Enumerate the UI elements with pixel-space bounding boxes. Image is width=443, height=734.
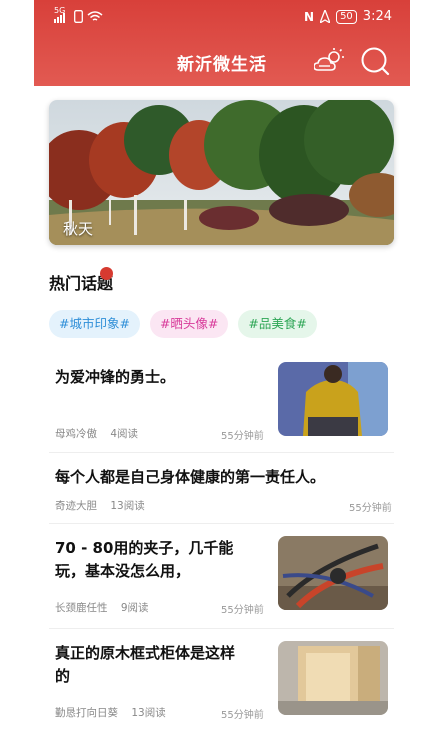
article-item[interactable]: 每个人都是自己身体健康的第一责任人。 奇迹大胆 13阅读 55分钟前 xyxy=(49,462,394,522)
article-reads: 13阅读 xyxy=(131,707,166,719)
wifi-icon xyxy=(87,10,103,21)
article-title: 每个人都是自己身体健康的第一责任人。 xyxy=(55,468,326,486)
article-time: 55分钟前 xyxy=(221,431,264,442)
banner-carousel[interactable]: 秋天 xyxy=(49,100,394,245)
article-title: 为爱冲锋的勇士。 xyxy=(55,368,176,386)
divider xyxy=(49,628,394,629)
article-item[interactable]: 70 - 80用的夹子，几千能 玩，基本没怎么用， 长颈鹿任性 9阅读 55分钟… xyxy=(49,533,394,623)
status-bar: 5G N 50 3:24 xyxy=(34,0,410,36)
article-title-line: 真正的原木框式柜体是这样 xyxy=(55,644,236,662)
article-time: 55分钟前 xyxy=(349,503,392,514)
article-title: 70 - 80用的夹子，几千能 玩，基本没怎么用， xyxy=(55,537,233,583)
article-title-line: 的 xyxy=(55,667,71,685)
page-title: 新沂微生活 xyxy=(177,55,267,75)
article-time: 55分钟前 xyxy=(221,605,264,616)
article-reads: 13阅读 xyxy=(110,500,145,512)
article-title: 真正的原木框式柜体是这样 的 xyxy=(55,642,235,688)
hot-badge xyxy=(100,267,113,280)
article-meta: 奇迹大胆 13阅读 xyxy=(55,498,145,513)
app-screen: 5G N 50 3:24 新沂微生活 秋天 热门话题 #城市印象# #晒头像# … xyxy=(34,0,410,734)
weather-icon[interactable] xyxy=(314,48,344,74)
article-meta: 母鸡冷傲 4阅读 xyxy=(55,426,138,441)
article-thumbnail xyxy=(278,536,388,610)
divider xyxy=(49,523,394,524)
article-reads: 4阅读 xyxy=(110,428,139,440)
divider xyxy=(49,452,394,453)
article-time: 55分钟前 xyxy=(221,710,264,721)
status-right: N 50 3:24 xyxy=(304,9,392,24)
location-arrow-icon xyxy=(320,10,331,23)
article-author: 长颈鹿任性 xyxy=(55,602,108,614)
banner-caption: 秋天 xyxy=(63,220,94,238)
nfc-icon: N xyxy=(304,9,315,24)
article-thumbnail xyxy=(278,641,388,715)
article-title-line: 70 - 80用的夹子，几千能 xyxy=(55,539,234,557)
search-icon[interactable] xyxy=(360,46,390,76)
topic-tags: #城市印象# #晒头像# #品美食# xyxy=(49,310,317,338)
article-thumbnail xyxy=(278,362,388,436)
banner-image xyxy=(49,100,394,245)
article-item[interactable]: 真正的原木框式柜体是这样 的 勤恳打向日葵 13阅读 55分钟前 xyxy=(49,638,394,728)
status-left: 5G xyxy=(54,6,103,23)
tag-avatar[interactable]: #晒头像# xyxy=(149,310,229,338)
battery-icon: 50 xyxy=(336,9,357,24)
article-author: 勤恳打向日葵 xyxy=(55,707,118,719)
status-time: 3:24 xyxy=(362,9,392,24)
article-item[interactable]: 为爱冲锋的勇士。 母鸡冷傲 4阅读 55分钟前 xyxy=(49,360,394,442)
sim-icon xyxy=(74,10,83,23)
article-title-line: 玩，基本没怎么用， xyxy=(55,562,191,580)
top-header: 5G N 50 3:24 新沂微生活 xyxy=(34,0,410,86)
tag-food[interactable]: #品美食# xyxy=(238,310,317,338)
article-meta: 勤恳打向日葵 13阅读 xyxy=(55,705,166,720)
signal-label: 5G xyxy=(54,6,66,15)
article-meta: 长颈鹿任性 9阅读 xyxy=(55,600,149,615)
tag-city-impression[interactable]: #城市印象# xyxy=(49,310,140,338)
article-author: 母鸡冷傲 xyxy=(55,428,97,440)
article-author: 奇迹大胆 xyxy=(55,500,97,512)
article-reads: 9阅读 xyxy=(120,602,149,614)
